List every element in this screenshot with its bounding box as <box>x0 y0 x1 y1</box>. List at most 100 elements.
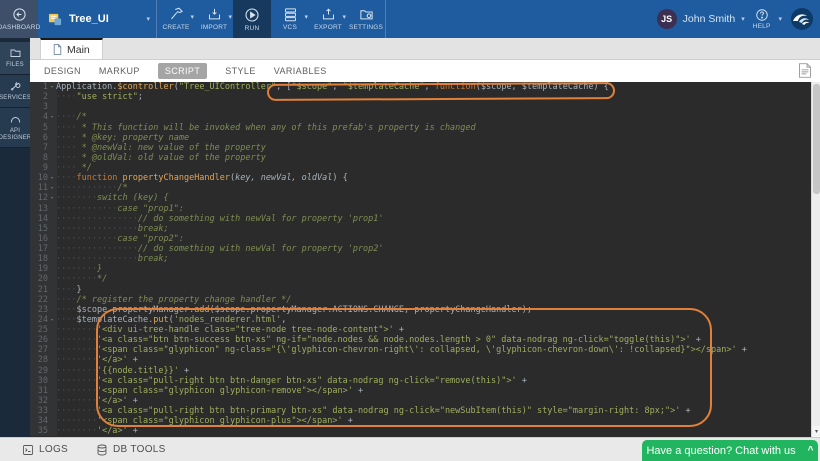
code-line: 33········'<a class="pull-right btn btn-… <box>30 406 820 416</box>
create-button[interactable]: CREATE ▾ <box>157 0 195 38</box>
code-line: 18················break; <box>30 254 820 264</box>
dashboard-back-icon <box>12 7 27 22</box>
code-line: 31········'<span class="glyphicon glyphi… <box>30 386 820 396</box>
settings-button[interactable]: SETTINGS <box>347 0 385 38</box>
help-label: HELP <box>753 23 771 30</box>
code-line: 27········'<span class="glyphicon" ng-cl… <box>30 345 820 355</box>
export-caret-icon: ▾ <box>342 14 346 21</box>
top-toolbar: DASHBOARD Tree_UI ▾ CREATE ▾ IMPORT ▾ RU… <box>0 0 820 38</box>
code-line: 11-············/* <box>30 183 820 193</box>
code-line: 1-Application.$controller("Tree_UIContro… <box>30 82 820 92</box>
code-line: 7···· * @newVal: new value of the proper… <box>30 143 820 153</box>
code-line: 17················// do something with n… <box>30 244 820 254</box>
export-label: EXPORT <box>314 24 342 31</box>
vcs-label: VCS <box>283 24 297 31</box>
sidebar-item-services[interactable]: SERVICES <box>0 75 30 108</box>
import-button[interactable]: IMPORT ▾ <box>195 0 233 38</box>
code-line: 32········'</a>' + <box>30 396 820 406</box>
tab-variables[interactable]: VARIABLES <box>274 66 327 76</box>
create-label: CREATE <box>162 24 189 31</box>
settings-label: SETTINGS <box>349 24 383 31</box>
logs-icon <box>22 444 34 456</box>
project-icon <box>48 12 63 26</box>
export-icon <box>321 7 336 22</box>
help-button[interactable]: HELP <box>753 8 771 30</box>
code-line: 24-····$templateCache.put('nodes_rendere… <box>30 315 820 325</box>
code-line: 8···· * @oldVal: old value of the proper… <box>30 153 820 163</box>
hammer-icon <box>169 7 184 22</box>
tab-script[interactable]: SCRIPT <box>158 63 207 79</box>
tab-design[interactable]: DESIGN <box>44 66 81 76</box>
sidebar-item-label: FILES <box>6 62 24 69</box>
sidebar-item-label: API DESIGNER <box>0 128 31 142</box>
editor-scrollbar[interactable]: ▾ <box>811 82 820 437</box>
run-play-icon <box>244 7 260 23</box>
tab-main[interactable]: Main <box>40 38 103 59</box>
run-label: RUN <box>245 25 260 32</box>
arc-icon <box>9 113 22 125</box>
chat-widget-button[interactable]: Have a question? Chat with us ^ <box>642 440 818 461</box>
code-line: 3 <box>30 102 820 112</box>
scrollbar-down-arrow-icon[interactable]: ▾ <box>812 426 820 437</box>
sidebar-item-files[interactable]: FILES <box>0 42 30 75</box>
vcs-button[interactable]: VCS ▾ <box>271 0 309 38</box>
code-line: 26········'<a class="btn btn-success btn… <box>30 335 820 345</box>
code-line: 22····/* register the property change ha… <box>30 295 820 305</box>
import-label: IMPORT <box>201 24 227 31</box>
logs-button[interactable]: LOGS <box>22 444 68 456</box>
code-line: 23····$scope.propertyManager.add($scope.… <box>30 305 820 315</box>
page-tab-bar: Main <box>30 38 820 60</box>
code-line: 28········'</a>' + <box>30 355 820 365</box>
dashboard-label: DASHBOARD <box>0 24 41 31</box>
import-caret-icon: ▾ <box>228 14 232 21</box>
code-line: 25········'<div ui-tree-handle class="tr… <box>30 325 820 335</box>
wrench-icon <box>9 80 22 92</box>
avatar: JS <box>657 9 677 29</box>
project-name: Tree_UI <box>69 13 109 25</box>
code-line: 13············case "prop1": <box>30 204 820 214</box>
vcs-caret-icon: ▾ <box>304 14 308 21</box>
tab-style[interactable]: STYLE <box>225 66 256 76</box>
code-line: 9···· */ <box>30 163 820 173</box>
code-line: 6···· * @key: property name <box>30 133 820 143</box>
vcs-stack-icon <box>283 7 298 22</box>
user-caret-icon: ▾ <box>741 16 745 23</box>
sidebar-item-label: SERVICES <box>0 95 31 102</box>
code-line: 21····} <box>30 285 820 295</box>
sidebar-item-api-designer[interactable]: API DESIGNER <box>0 108 30 148</box>
db-tools-button[interactable]: DB TOOLS <box>96 444 166 456</box>
code-line: 16············case "prop2": <box>30 234 820 244</box>
user-name: John Smith <box>683 13 736 25</box>
scrollbar-thumb[interactable] <box>813 84 820 194</box>
import-icon <box>207 7 222 22</box>
help-caret-icon: ▾ <box>778 16 782 23</box>
code-line: 34········'<span class="glyphicon glyphi… <box>30 416 820 426</box>
code-line: 20········*/ <box>30 274 820 284</box>
db-tools-label: DB TOOLS <box>113 444 166 455</box>
export-button[interactable]: EXPORT ▾ <box>309 0 347 38</box>
dashboard-button[interactable]: DASHBOARD <box>0 0 38 38</box>
tab-markup[interactable]: MARKUP <box>99 66 140 76</box>
run-button[interactable]: RUN <box>233 0 271 38</box>
code-line: 10-····function propertyChangeHandler(ke… <box>30 173 820 183</box>
wavemaker-logo-icon[interactable] <box>790 7 814 31</box>
database-icon <box>96 444 108 456</box>
project-selector[interactable]: Tree_UI ▾ <box>38 0 156 38</box>
chat-label: Have a question? Chat with us <box>646 445 795 457</box>
folder-icon <box>9 47 22 59</box>
code-area: 1-Application.$controller("Tree_UIContro… <box>30 82 820 436</box>
code-line: 2····"use strict"; <box>30 92 820 102</box>
script-editor[interactable]: 1-Application.$controller("Tree_UIContro… <box>30 82 820 437</box>
code-line: 29········'{{node.title}}' + <box>30 366 820 376</box>
toolbar-right-cluster: JS John Smith ▾ HELP ▾ <box>657 0 820 38</box>
format-file-icon[interactable] <box>798 63 812 78</box>
user-menu[interactable]: JS John Smith ▾ <box>657 9 745 29</box>
project-caret-icon: ▾ <box>146 16 150 23</box>
create-caret-icon: ▾ <box>190 14 194 21</box>
code-line: 5···· * This function will be invoked wh… <box>30 123 820 133</box>
code-line: 15················break; <box>30 224 820 234</box>
page-icon <box>53 44 62 55</box>
logs-label: LOGS <box>39 444 68 455</box>
left-sidebar: FILES SERVICES API DESIGNER <box>0 38 30 437</box>
code-line: 30········'<a class="pull-right btn btn-… <box>30 376 820 386</box>
